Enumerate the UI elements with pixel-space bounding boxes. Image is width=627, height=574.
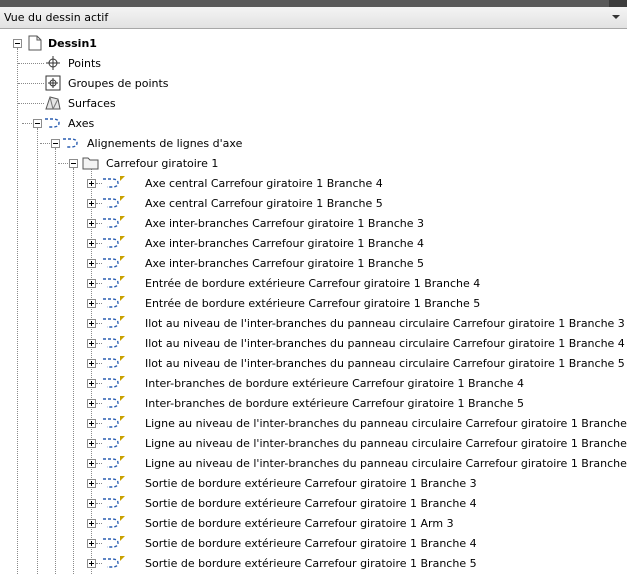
alignment-label: Inter-branches de bordure extérieure Car… <box>145 377 525 390</box>
alignment-label: Ligne au niveau de l'inter-branches du p… <box>145 437 627 450</box>
alignment-label: Sortie de bordure extérieure Carrefour g… <box>145 557 477 570</box>
alignment-icon <box>103 316 125 328</box>
expand-toggle[interactable] <box>87 479 96 488</box>
tree-guide-line <box>55 148 56 574</box>
alignment-icon <box>103 456 125 468</box>
alignment-icon <box>103 196 125 208</box>
tree-node-label: Alignements de lignes d'axe <box>87 137 243 150</box>
alignment-label: Sortie de bordure extérieure Carrefour g… <box>145 497 477 510</box>
alignment-label: Ilot au niveau de l'inter-branches du pa… <box>145 317 625 330</box>
expand-toggle[interactable] <box>87 519 96 528</box>
alignment-label: Inter-branches de bordure extérieure Car… <box>145 397 525 410</box>
expand-toggle[interactable] <box>87 199 96 208</box>
alignment-icon <box>103 236 125 248</box>
alignment-icon <box>103 516 125 528</box>
alignment-icon <box>103 296 125 308</box>
expand-toggle[interactable] <box>87 359 96 368</box>
expand-toggle[interactable] <box>87 179 96 188</box>
expand-toggle[interactable] <box>87 239 96 248</box>
alignment-icon <box>103 416 125 428</box>
alignment-label: Axe central Carrefour giratoire 1 Branch… <box>145 197 383 210</box>
expand-toggle[interactable] <box>87 419 96 428</box>
drawing-icon <box>28 35 42 51</box>
expand-toggle[interactable] <box>87 539 96 548</box>
surface-icon <box>45 96 61 110</box>
panel-title: Vue du dessin actif <box>4 11 109 24</box>
tree-node-label: Carrefour giratoire 1 <box>106 157 219 170</box>
collapse-toggle[interactable] <box>33 119 42 128</box>
tree-node-label: Dessin1 <box>48 37 97 50</box>
tree-branch-line <box>18 83 44 84</box>
expand-toggle[interactable] <box>87 279 96 288</box>
alignment-label: Sortie de bordure extérieure Carrefour g… <box>145 537 477 550</box>
expand-toggle[interactable] <box>87 259 96 268</box>
alignment-label: Entrée de bordure extérieure Carrefour g… <box>145 297 481 310</box>
expand-toggle[interactable] <box>87 499 96 508</box>
alignment-icon <box>103 276 125 288</box>
alignment-icon <box>103 216 125 228</box>
tree-node-label: Surfaces <box>68 97 116 110</box>
tree-node-label: Axes <box>68 117 95 130</box>
expand-toggle[interactable] <box>87 399 96 408</box>
alignment-label: Entrée de bordure extérieure Carrefour g… <box>145 277 481 290</box>
alignment-label: Ilot au niveau de l'inter-branches du pa… <box>145 337 625 350</box>
tree-branch-line <box>18 103 44 104</box>
tree-guide-line <box>17 48 18 574</box>
drawing-tree[interactable]: Dessin1 Points Groupes de points Surface… <box>0 29 627 574</box>
expand-toggle[interactable] <box>87 559 96 568</box>
tree-branch-line <box>58 163 68 164</box>
tree-guide-line <box>73 168 74 574</box>
window-top-strip-cap <box>609 0 627 7</box>
expand-toggle[interactable] <box>87 319 96 328</box>
alignment-label: Ilot au niveau de l'inter-branches du pa… <box>145 357 625 370</box>
alignment-label: Sortie de bordure extérieure Carrefour g… <box>145 517 454 530</box>
alignment-icon <box>103 176 125 188</box>
tree-branch-line <box>40 143 50 144</box>
collapse-toggle[interactable] <box>13 39 22 48</box>
tree-node-label: Groupes de points <box>68 77 169 90</box>
alignment-icon <box>103 256 125 268</box>
alignment-label: Axe central Carrefour giratoire 1 Branch… <box>145 177 383 190</box>
folder-icon <box>82 157 99 170</box>
alignment-label: Axe inter-branches Carrefour giratoire 1… <box>145 237 424 250</box>
tree-guide-line <box>91 168 92 574</box>
expand-toggle[interactable] <box>87 439 96 448</box>
alignment-icon <box>103 496 125 508</box>
point-icon <box>46 56 60 70</box>
alignment-label: Ligne au niveau de l'inter-branches du p… <box>145 457 627 470</box>
chevron-down-icon[interactable] <box>611 12 621 22</box>
alignment-label: Ligne au niveau de l'inter-branches du p… <box>145 417 627 430</box>
alignment-icon <box>103 396 125 408</box>
alignment-icon <box>103 436 125 448</box>
tree-branch-line <box>22 123 32 124</box>
alignment-icon <box>103 476 125 488</box>
alignment-icon <box>103 536 125 548</box>
expand-toggle[interactable] <box>87 299 96 308</box>
expand-toggle[interactable] <box>87 379 96 388</box>
alignment-icon <box>63 138 78 148</box>
point-group-icon <box>45 75 61 91</box>
alignment-label: Sortie de bordure extérieure Carrefour g… <box>145 477 477 490</box>
tree-node-label: Points <box>68 57 102 70</box>
alignment-label: Axe inter-branches Carrefour giratoire 1… <box>145 257 424 270</box>
expand-toggle[interactable] <box>87 219 96 228</box>
alignment-icon <box>103 556 125 568</box>
expand-toggle[interactable] <box>87 459 96 468</box>
expand-toggle[interactable] <box>87 339 96 348</box>
alignment-icon <box>103 356 125 368</box>
alignment-label: Axe inter-branches Carrefour giratoire 1… <box>145 217 424 230</box>
alignment-icon <box>103 336 125 348</box>
alignment-icon <box>103 376 125 388</box>
collapse-toggle[interactable] <box>51 139 60 148</box>
tree-guide-line <box>37 128 38 574</box>
collapse-toggle[interactable] <box>69 159 78 168</box>
alignment-icon <box>45 118 60 128</box>
window-top-strip <box>0 0 627 7</box>
panel-header[interactable]: Vue du dessin actif <box>0 7 627 29</box>
tree-branch-line <box>18 63 44 64</box>
